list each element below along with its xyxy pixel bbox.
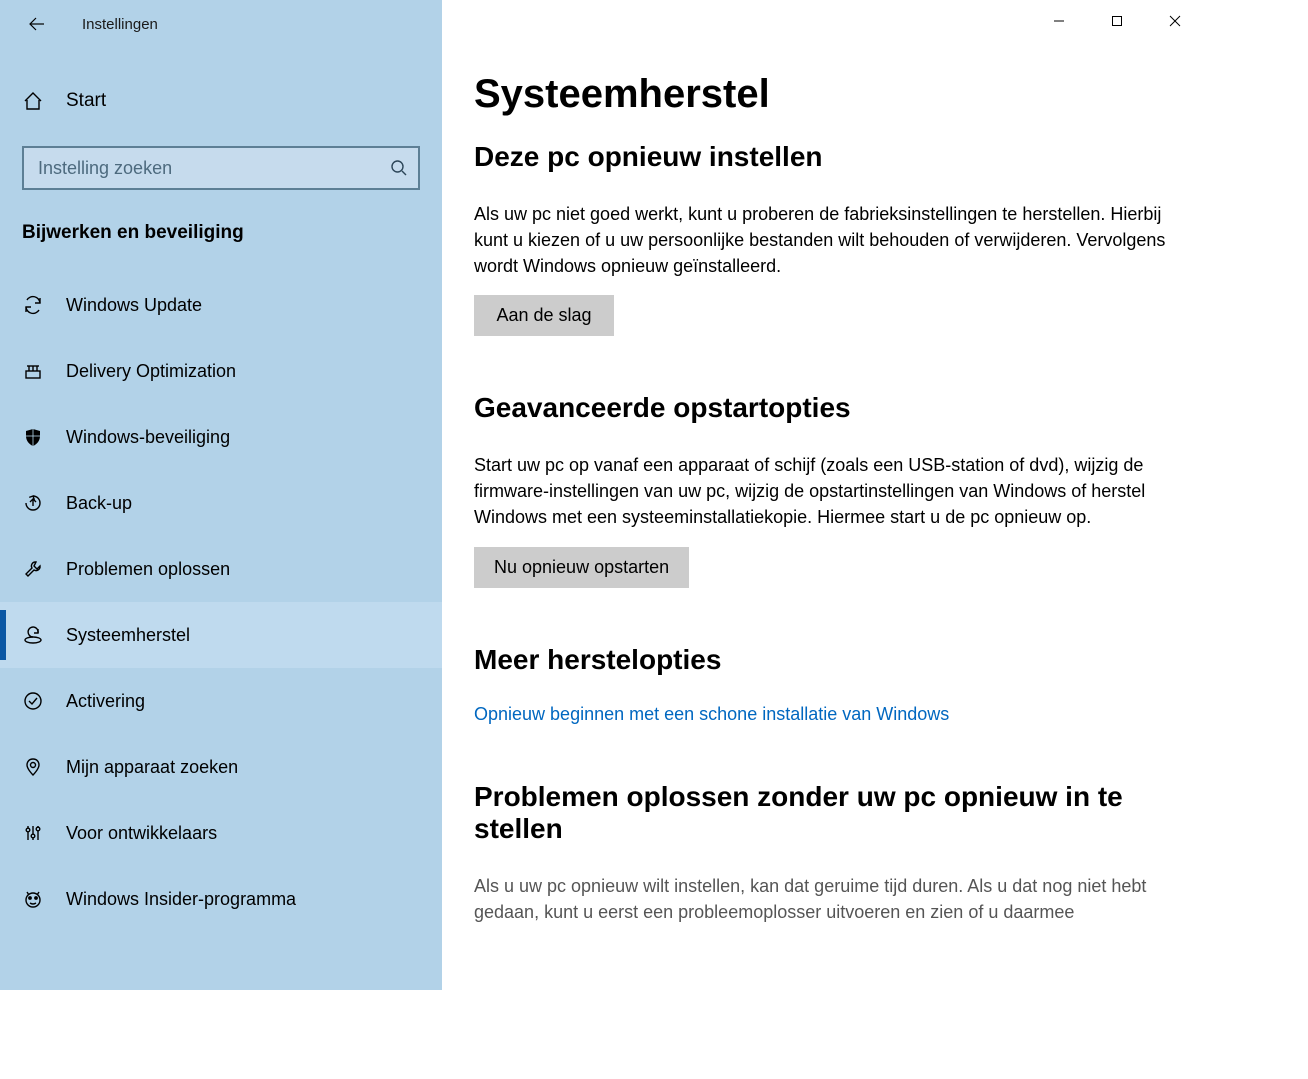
section-more-heading: Meer herstelopties [474, 644, 1172, 676]
settings-window: Instellingen Start [0, 0, 1204, 990]
minimize-button[interactable] [1030, 0, 1088, 42]
find-device-icon [22, 756, 44, 778]
section-troubleshoot-body: Als u uw pc opnieuw wilt instellen, kan … [474, 873, 1172, 925]
nav-item-label: Problemen oplossen [66, 559, 230, 580]
nav-item-label: Activering [66, 691, 145, 712]
close-button[interactable] [1146, 0, 1204, 42]
nav-item-activering[interactable]: Activering [0, 668, 442, 734]
search-input[interactable] [38, 158, 390, 179]
delivery-icon [22, 360, 44, 382]
nav-item-problemen-oplossen[interactable]: Problemen oplossen [0, 536, 442, 602]
search-icon [390, 159, 408, 177]
nav-item-label: Windows Update [66, 295, 202, 316]
search-container [22, 146, 420, 190]
section-advanced-heading: Geavanceerde opstartopties [474, 392, 1172, 424]
sidebar-home[interactable]: Start [0, 66, 442, 136]
home-icon [22, 90, 44, 112]
reset-get-started-button[interactable]: Aan de slag [474, 295, 614, 336]
nav-item-voor-ontwikkelaars[interactable]: Voor ontwikkelaars [0, 800, 442, 866]
nav-item-label: Mijn apparaat zoeken [66, 757, 238, 778]
nav-item-windows-update[interactable]: Windows Update [0, 272, 442, 338]
check-circle-icon [22, 690, 44, 712]
section-advanced: Geavanceerde opstartopties Start uw pc o… [474, 392, 1172, 587]
nav-item-label: Windows Insider-programma [66, 889, 296, 910]
sync-icon [22, 294, 44, 316]
app-title: Instellingen [82, 16, 158, 33]
section-troubleshoot-heading: Problemen oplossen zonder uw pc opnieuw … [474, 781, 1172, 845]
wrench-icon [22, 558, 44, 580]
nav-item-windows-insider-programma[interactable]: Windows Insider-programma [0, 866, 442, 932]
section-reset-body: Als uw pc niet goed werkt, kunt u prober… [474, 201, 1172, 279]
section-reset: Deze pc opnieuw instellen Als uw pc niet… [474, 141, 1172, 336]
nav-item-label: Back-up [66, 493, 132, 514]
sidebar-header: Instellingen [0, 0, 442, 48]
home-label: Start [66, 90, 106, 112]
nav-item-label: Delivery Optimization [66, 361, 236, 382]
content-area: Systeemherstel Deze pc opnieuw instellen… [442, 0, 1204, 990]
section-reset-heading: Deze pc opnieuw instellen [474, 141, 1172, 173]
dev-icon [22, 822, 44, 844]
nav-item-systeemherstel[interactable]: Systeemherstel [0, 602, 442, 668]
nav-item-windows-beveiliging[interactable]: Windows-beveiliging [0, 404, 442, 470]
fresh-start-link[interactable]: Opnieuw beginnen met een schone installa… [474, 704, 949, 724]
backup-icon [22, 492, 44, 514]
restart-now-button[interactable]: Nu opnieuw opstarten [474, 547, 689, 588]
nav-item-delivery-optimization[interactable]: Delivery Optimization [0, 338, 442, 404]
nav-list: Windows Update Delivery Optimization Windo… [0, 272, 442, 932]
page-title: Systeemherstel [474, 72, 1172, 117]
section-more: Meer herstelopties Opnieuw beginnen met … [474, 644, 1172, 725]
nav-item-label: Windows-beveiliging [66, 427, 230, 448]
insider-icon [22, 888, 44, 910]
search-box[interactable] [22, 146, 420, 190]
sidebar: Instellingen Start [0, 0, 442, 990]
window-controls [1030, 0, 1204, 42]
section-troubleshoot: Problemen oplossen zonder uw pc opnieuw … [474, 781, 1172, 925]
shield-icon [22, 426, 44, 448]
nav-item-mijn-apparaat-zoeken[interactable]: Mijn apparaat zoeken [0, 734, 442, 800]
nav-item-label: Voor ontwikkelaars [66, 823, 217, 844]
section-advanced-body: Start uw pc op vanaf een apparaat of sch… [474, 452, 1172, 530]
category-title: Bijwerken en beveiliging [0, 222, 442, 244]
nav-item-label: Systeemherstel [66, 625, 190, 646]
back-button[interactable] [22, 9, 52, 39]
nav-item-back-up[interactable]: Back-up [0, 470, 442, 536]
maximize-button[interactable] [1088, 0, 1146, 42]
recovery-icon [22, 624, 44, 646]
